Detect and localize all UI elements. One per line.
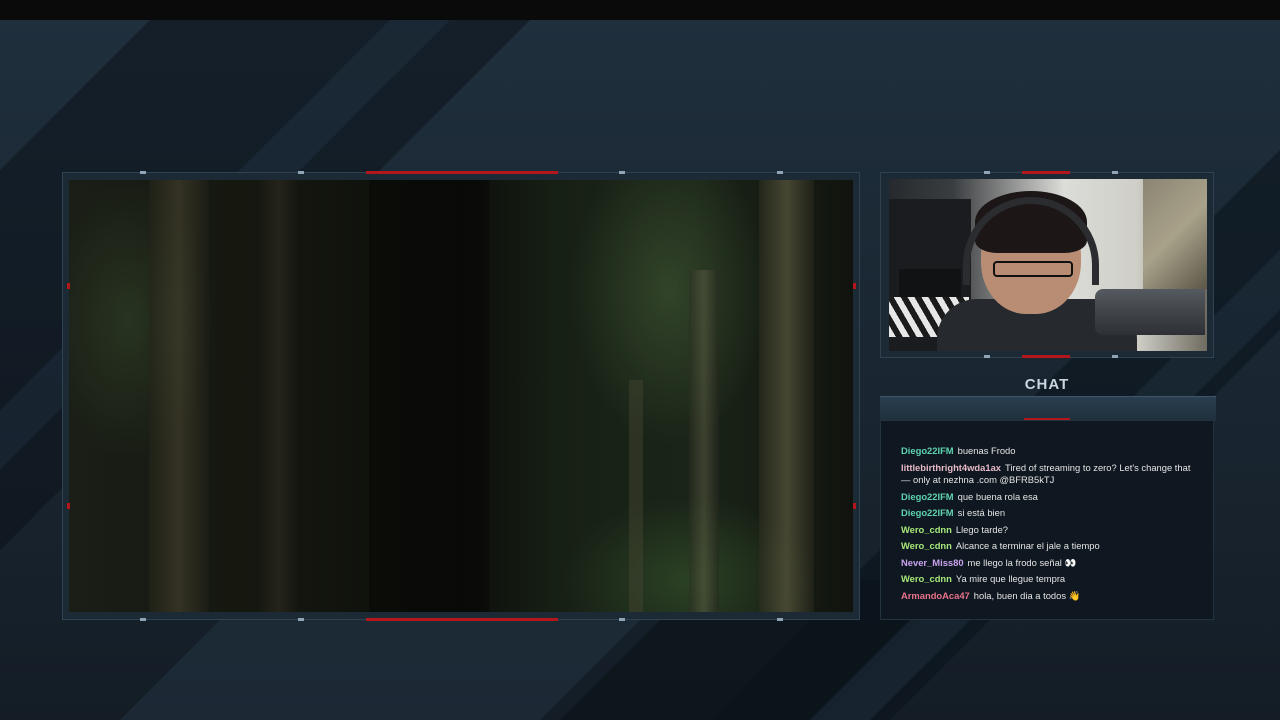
tree-trunk — [149, 180, 209, 612]
chat-message: littlebirthright4wda1ax Tired of streamin… — [901, 462, 1201, 487]
frame-tick — [298, 171, 304, 174]
frame-tick — [777, 171, 783, 174]
frame-accent — [366, 618, 558, 621]
webcam-feed[interactable] — [889, 179, 1207, 351]
chat-message-text: Alcance a terminar el jale a tiempo — [955, 540, 1100, 551]
frame-tick — [619, 618, 625, 621]
tree-trunk — [629, 380, 643, 612]
chat-message-list[interactable]: Diego22IFM buenas Frodo littlebirthright4w… — [901, 445, 1201, 606]
chat-username[interactable]: Diego22IFM — [901, 445, 954, 456]
chat-username[interactable]: Wero_cdnn — [901, 524, 952, 535]
frame-tick — [619, 171, 625, 174]
chat-panel: Diego22IFM buenas Frodo littlebirthright4w… — [880, 420, 1214, 620]
top-bar — [0, 0, 1280, 20]
frame-side-marker — [853, 283, 856, 289]
frame-tick — [298, 618, 304, 621]
chat-message: Diego22IFM si está bien — [901, 507, 1201, 520]
chat-username[interactable]: Diego22IFM — [901, 507, 954, 518]
frame-accent — [366, 171, 558, 174]
chat-message: ArmandoAca47 hola, buen dia a todos 👋 — [901, 590, 1201, 603]
game-capture[interactable] — [69, 180, 853, 612]
chat-message: Never_Miss80 me llego la frodo señal 👀 — [901, 557, 1201, 570]
frame-tick — [1112, 355, 1118, 358]
chat-username[interactable]: Wero_cdnn — [901, 540, 952, 551]
webcam-bg-poster — [1143, 179, 1207, 289]
chat-message: Wero_cdnn Alcance a terminar el jale a ti… — [901, 540, 1201, 553]
frame-side-marker — [853, 503, 856, 509]
frame-tick — [984, 171, 990, 174]
chat-message-text: hola, buen dia a todos 👋 — [973, 589, 1081, 601]
tree-trunk — [259, 180, 299, 612]
frame-tick — [1112, 171, 1118, 174]
chat-message-text: Ya mire que llegue tempra — [955, 573, 1066, 584]
chat-message: Diego22IFM que buena rola esa — [901, 491, 1201, 504]
chat-message: Wero_cdnn Ya mire que llegue tempra — [901, 573, 1201, 586]
chat-username[interactable]: littlebirthright4wda1ax — [901, 462, 1001, 473]
tree-trunk — [369, 180, 489, 612]
chat-message-text: buenas Frodo — [957, 445, 1016, 456]
frame-tick — [140, 618, 146, 621]
frame-side-marker — [67, 503, 70, 509]
frame-accent — [1022, 355, 1070, 358]
chat-username[interactable]: Diego22IFM — [901, 491, 954, 502]
chat-username[interactable]: ArmandoAca47 — [901, 590, 970, 601]
game-frame — [62, 172, 860, 620]
frame-tick — [984, 355, 990, 358]
frame-tick — [140, 171, 146, 174]
frame-side-marker — [67, 283, 70, 289]
microphone — [1095, 289, 1205, 335]
chat-message: Wero_cdnn Llego tarde? — [901, 524, 1201, 537]
tree-trunk — [759, 180, 814, 612]
chat-title: CHAT — [1024, 376, 1070, 393]
chat-message: Diego22IFM buenas Frodo — [901, 445, 1201, 458]
chat-username[interactable]: Never_Miss80 — [901, 557, 964, 568]
webcam-frame — [880, 172, 1214, 358]
frame-accent — [1022, 171, 1070, 174]
chat-message-text: que buena rola esa — [957, 490, 1038, 502]
chat-message-text: me llego la frodo señal 👀 — [967, 556, 1077, 568]
chat-message-text: si está bien — [957, 507, 1006, 518]
chat-username[interactable]: Wero_cdnn — [901, 573, 952, 584]
tree-trunk — [689, 270, 719, 612]
frame-tick — [777, 618, 783, 621]
chat-message-text: Llego tarde? — [955, 523, 1009, 535]
